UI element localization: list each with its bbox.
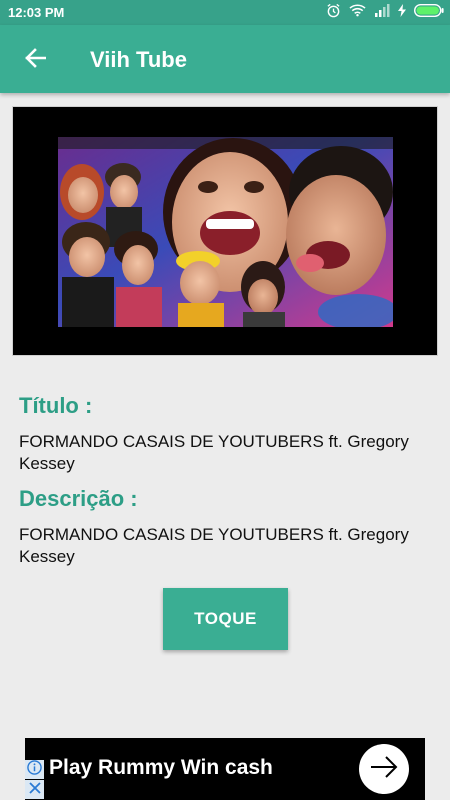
- arrow-left-icon: [24, 47, 47, 73]
- video-thumbnail: [58, 137, 393, 327]
- status-bar: 12:03 PM: [0, 0, 450, 25]
- wifi-icon: [349, 3, 366, 22]
- battery-icon: [413, 3, 444, 22]
- ad-banner[interactable]: Play Rummy Win cash: [25, 738, 425, 800]
- video-player[interactable]: [12, 106, 438, 356]
- ad-close-button[interactable]: [25, 780, 44, 799]
- arrow-right-icon: [370, 755, 398, 783]
- status-time: 12:03 PM: [8, 5, 65, 20]
- alarm-icon: [326, 3, 341, 23]
- app-title: Viih Tube: [90, 47, 187, 72]
- back-button[interactable]: [18, 45, 52, 75]
- title-value: FORMANDO CASAIS DE YOUTUBERS ft. Gregory…: [19, 432, 409, 473]
- ad-arrow-button[interactable]: [359, 744, 409, 794]
- description-label: Descrição :: [19, 486, 138, 511]
- close-icon: [28, 781, 41, 799]
- charging-icon: [398, 3, 406, 22]
- title-label: Título :: [19, 393, 93, 418]
- status-icons: [326, 3, 444, 23]
- ad-text: Play Rummy Win cash: [49, 756, 273, 779]
- app-bar: Viih Tube: [0, 25, 450, 93]
- toque-button[interactable]: TOQUE: [163, 588, 288, 650]
- description-value: FORMANDO CASAIS DE YOUTUBERS ft. Gregory…: [19, 525, 409, 566]
- signal-icon: [374, 3, 390, 22]
- info-icon: [27, 759, 42, 780]
- ad-info-button[interactable]: [25, 759, 44, 780]
